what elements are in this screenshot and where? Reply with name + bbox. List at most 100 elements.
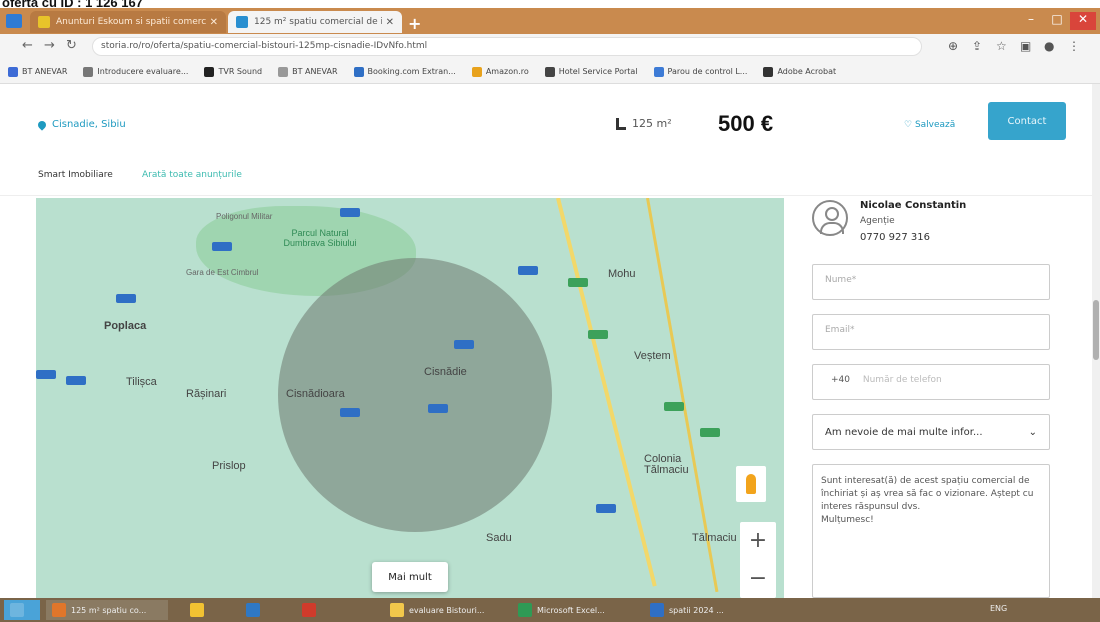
- pdf-icon: [302, 603, 316, 617]
- taskbar-item[interactable]: [184, 600, 210, 620]
- map-place-label: Mohu: [608, 268, 636, 280]
- tab-listing[interactable]: 125 m² spatiu comercial de inchiriat ✕: [228, 11, 402, 33]
- road-shield: [596, 504, 616, 513]
- street-view-pegman[interactable]: [736, 466, 766, 502]
- close-tab-icon[interactable]: ✕: [386, 17, 394, 28]
- tab-anunturi[interactable]: Anunturi Eskoum si spatii comerciale ✕: [30, 11, 226, 33]
- map-place-label: Sadu: [486, 532, 512, 544]
- back-icon[interactable]: ←: [22, 38, 33, 53]
- more-button[interactable]: Mai mult: [372, 562, 448, 592]
- zoom-control: + −: [740, 522, 776, 598]
- road-shield: [664, 402, 684, 411]
- bookmark-item[interactable]: Parou de control L...: [653, 66, 747, 77]
- email-input[interactable]: Email*: [812, 314, 1050, 350]
- zoom-in-button[interactable]: +: [740, 522, 776, 560]
- phone-input[interactable]: +40 Număr de telefon: [812, 364, 1050, 400]
- bookmark-icon: [353, 66, 364, 77]
- taskbar: 125 m² spatiu co... evaluare Bistouri...…: [0, 598, 1100, 622]
- taskbar-item[interactable]: 125 m² spatiu co...: [46, 600, 168, 620]
- road: [556, 198, 657, 587]
- browser-tab-strip: Anunturi Eskoum si spatii comerciale ✕ 1…: [0, 8, 1100, 34]
- new-tab-button[interactable]: +: [408, 14, 421, 33]
- map-place-label: Rășinari: [186, 388, 227, 400]
- zoom-icon[interactable]: ⊕: [948, 39, 958, 53]
- name-input[interactable]: Nume*: [812, 264, 1050, 300]
- bookmark-star-icon[interactable]: ☆: [996, 39, 1007, 53]
- road-shield: [340, 408, 360, 417]
- bookmark-icon: [471, 66, 482, 77]
- taskbar-item[interactable]: spatii 2024 ...: [644, 600, 766, 620]
- bookmarks-bar: BT ANEVAR Introducere evaluare... TVR So…: [0, 60, 1100, 84]
- bookmark-item[interactable]: BT ANEVAR: [8, 66, 67, 77]
- bookmark-item[interactable]: Introducere evaluare...: [83, 66, 188, 77]
- taskbar-item[interactable]: Microsoft Excel...: [512, 600, 632, 620]
- maximize-button[interactable]: □: [1044, 12, 1070, 30]
- taskbar-item[interactable]: evaluare Bistouri...: [384, 600, 502, 620]
- agent-phone[interactable]: 0770 927 316: [860, 232, 930, 243]
- close-window-button[interactable]: ✕: [1070, 12, 1096, 30]
- word-icon: [650, 603, 664, 617]
- close-tab-icon[interactable]: ✕: [210, 17, 218, 28]
- road-shield: [454, 340, 474, 349]
- avatar-icon: [812, 200, 848, 236]
- reload-icon[interactable]: ↻: [66, 38, 77, 53]
- tab-title: Anunturi Eskoum si spatii comerciale: [56, 17, 206, 27]
- folder-icon: [390, 603, 404, 617]
- map-place-label: Cisnădioara: [286, 388, 345, 400]
- start-button[interactable]: [4, 600, 40, 620]
- forward-icon[interactable]: →: [44, 38, 55, 53]
- message-textarea[interactable]: Sunt interesat(ă) de acest spațiu comerc…: [812, 464, 1050, 598]
- inquiry-select[interactable]: Am nevoie de mai multe infor... ⌄: [812, 414, 1050, 450]
- taskbar-item[interactable]: [296, 600, 322, 620]
- agency-listings-link[interactable]: Arată toate anunțurile: [142, 170, 242, 180]
- bookmark-icon: [83, 66, 94, 77]
- map[interactable]: Poligonul Militar Parcul Natural Dumbrav…: [36, 198, 784, 598]
- share-icon[interactable]: ⇪: [972, 39, 982, 53]
- url-input[interactable]: storia.ro/ro/oferta/spatiu-comercial-bis…: [92, 37, 922, 56]
- taskbar-item[interactable]: [240, 600, 266, 620]
- road-shield: [700, 428, 720, 437]
- location-link[interactable]: Cisnadie, Sibiu: [36, 118, 126, 131]
- road-shield: [36, 370, 56, 379]
- bookmark-item[interactable]: TVR Sound: [204, 66, 262, 77]
- zoom-out-button[interactable]: −: [740, 560, 776, 598]
- map-place-label: Tălmaciu: [692, 532, 737, 544]
- road-shield: [428, 404, 448, 413]
- road-shield: [588, 330, 608, 339]
- phone-placeholder: Număr de telefon: [862, 375, 942, 385]
- bookmark-item[interactable]: BT ANEVAR: [278, 66, 338, 77]
- road-shield: [518, 266, 538, 275]
- bookmark-item[interactable]: Amazon.ro: [471, 66, 529, 77]
- edge-icon: [246, 603, 260, 617]
- map-place-label: Gara de Est Cimbrul: [186, 268, 259, 277]
- agent-name: Nicolae Constantin: [860, 200, 967, 211]
- bookmark-item[interactable]: Hotel Service Portal: [544, 66, 638, 77]
- bookmark-icon: [204, 66, 215, 77]
- area-info: 125 m²: [616, 117, 672, 130]
- save-button[interactable]: ♡ Salvează: [904, 120, 955, 130]
- agency-name: Smart Imobiliare: [38, 170, 113, 180]
- tab-favicon-icon: [236, 16, 248, 28]
- road-shield: [212, 242, 232, 251]
- bookmark-item[interactable]: Adobe Acrobat: [763, 66, 836, 77]
- bookmark-item[interactable]: Booking.com Extran...: [353, 66, 456, 77]
- minimize-button[interactable]: –: [1018, 12, 1044, 30]
- map-place-label: Prislop: [212, 460, 246, 472]
- profile-icon[interactable]: ●: [1044, 39, 1054, 53]
- road-shield: [568, 278, 588, 287]
- bookmark-icon: [278, 66, 289, 77]
- location-pin-icon: [36, 118, 48, 131]
- contact-button[interactable]: Contact: [988, 102, 1066, 140]
- excel-icon: [518, 603, 532, 617]
- phone-prefix[interactable]: +40: [831, 375, 850, 385]
- scrollbar-thumb[interactable]: [1093, 300, 1099, 360]
- agent-role: Agenție: [860, 216, 895, 226]
- sidebar-icon[interactable]: ▣: [1020, 39, 1031, 53]
- tab-title: 125 m² spatiu comercial de inchiriat: [254, 17, 382, 27]
- menu-icon[interactable]: ⋮: [1068, 39, 1080, 53]
- chevron-down-icon: ⌄: [1028, 426, 1037, 438]
- language-indicator[interactable]: ENG: [990, 604, 1007, 613]
- browser-logo-icon: [6, 14, 22, 28]
- bookmark-icon: [544, 66, 555, 77]
- map-place-label: Cisnădie: [424, 366, 467, 378]
